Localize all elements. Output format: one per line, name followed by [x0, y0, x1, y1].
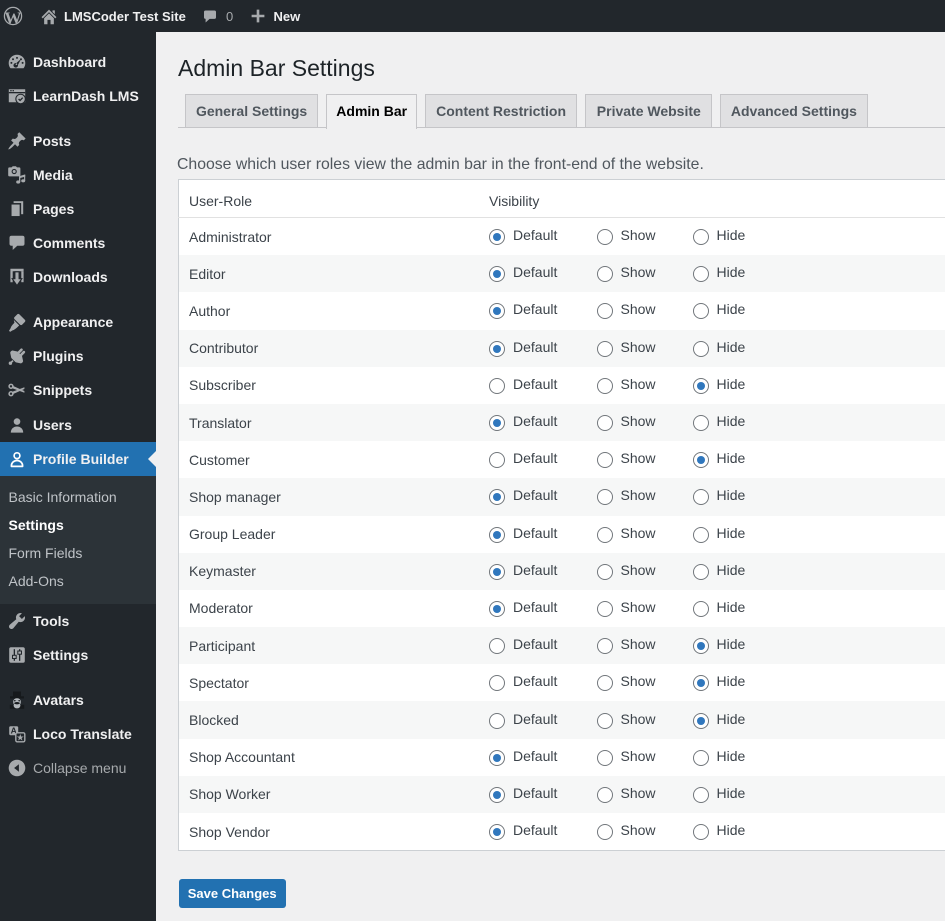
svg-text:W: W: [5, 9, 22, 26]
svg-text:★: ★: [16, 733, 24, 743]
